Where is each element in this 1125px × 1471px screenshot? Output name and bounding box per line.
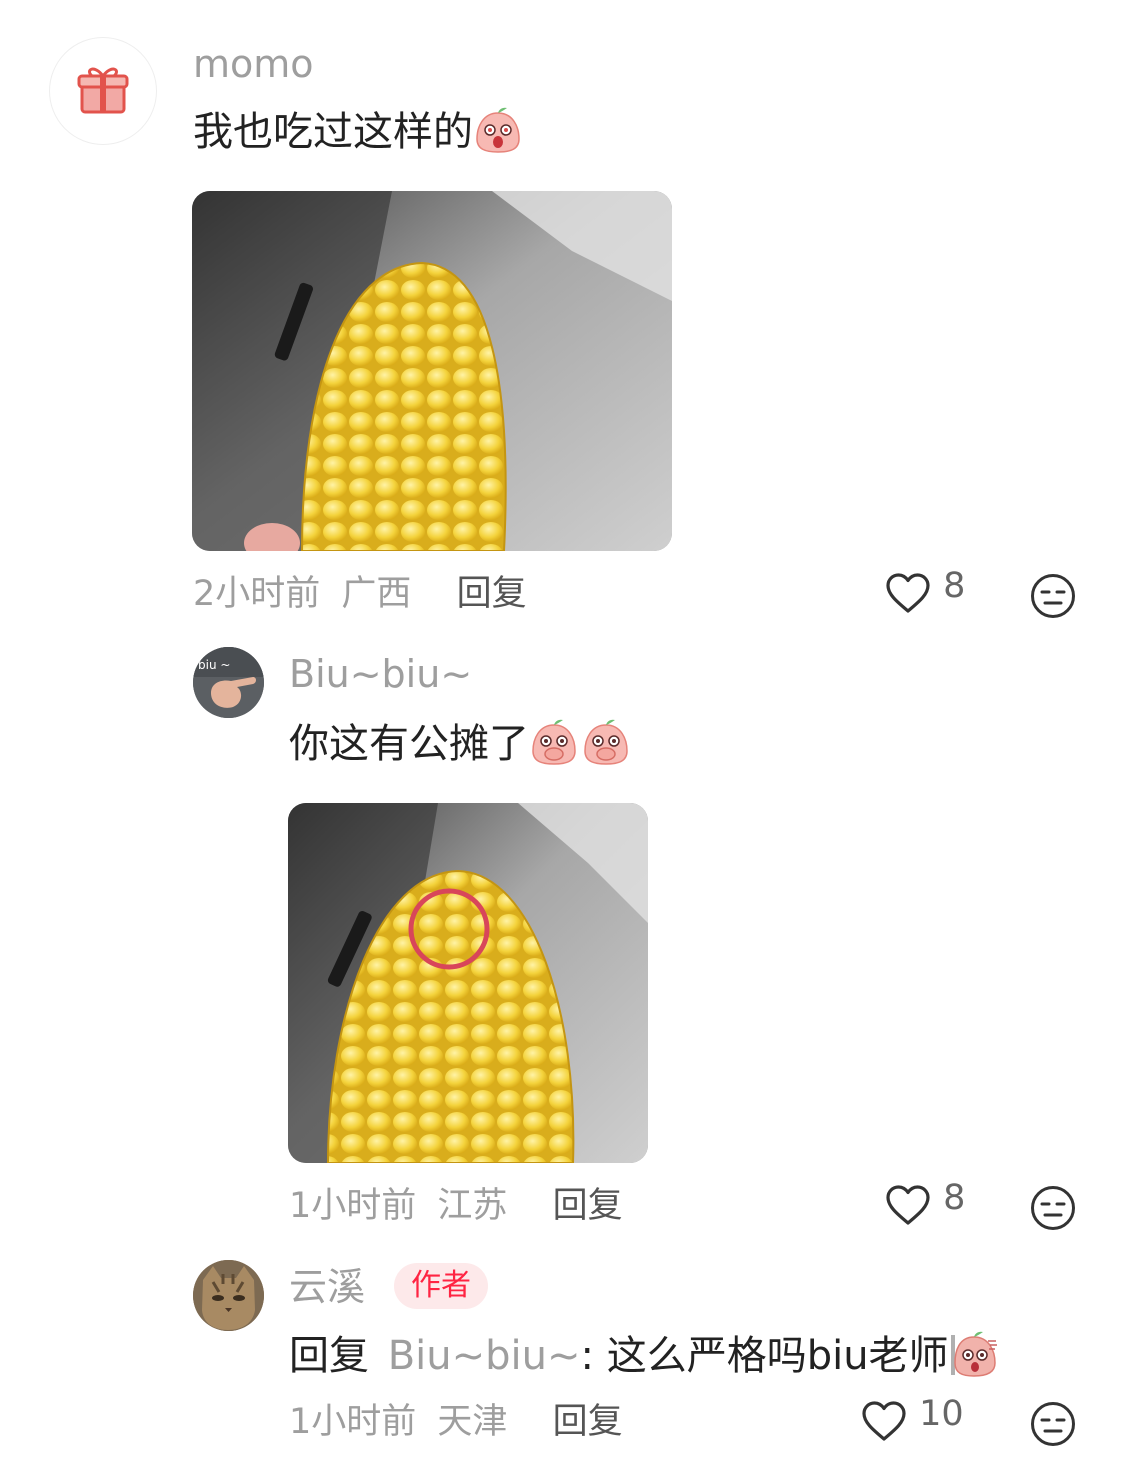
emoji-face-icon[interactable] — [1030, 1401, 1076, 1447]
emoji-face-icon[interactable] — [1030, 1185, 1076, 1231]
comment-text: 回复 Biu~biu~: 这么严格吗biu老师 — [289, 1329, 999, 1380]
pointing-hand-avatar: biu ~ — [193, 647, 264, 718]
cat-avatar — [193, 1260, 264, 1331]
comment-image[interactable] — [288, 803, 648, 1163]
comment-time: 2小时前 — [193, 574, 321, 614]
comment-location: 天津 — [437, 1402, 508, 1442]
comment-meta: 1小时前 天津 回复 — [289, 1400, 623, 1444]
peach-shocked-emoji-icon — [476, 107, 520, 153]
comment-text: 你这有公摊了 — [289, 717, 631, 768]
emoji-face-icon[interactable] — [1030, 573, 1076, 619]
heart-icon — [886, 573, 930, 613]
peach-covering-mouth-emoji-icon — [532, 719, 576, 765]
comment-username[interactable]: 云溪 — [289, 1265, 365, 1309]
comment-username[interactable]: Biu~biu~ — [289, 652, 472, 696]
like-count: 8 — [943, 1178, 966, 1218]
comment-meta: 2小时前 广西 回复 — [193, 572, 527, 616]
like-count: 10 — [919, 1394, 964, 1434]
avatar[interactable] — [49, 37, 157, 145]
avatar[interactable] — [193, 1260, 264, 1331]
reply-button[interactable]: 回复 — [553, 1186, 623, 1226]
corn-photo-circled — [288, 803, 648, 1163]
corn-photo — [192, 191, 672, 551]
comment-text: 我也吃过这样的 — [193, 105, 523, 156]
reply-button[interactable]: 回复 — [457, 574, 527, 614]
reply-prefix: 回复 — [289, 1333, 369, 1379]
gift-icon — [77, 67, 129, 114]
like-count: 8 — [943, 566, 966, 606]
like-button[interactable]: 8 — [884, 566, 965, 618]
comment-location: 江苏 — [437, 1186, 508, 1226]
comment-username[interactable]: momo — [193, 42, 314, 86]
svg-text:biu ~: biu ~ — [198, 658, 230, 672]
comment-meta: 1小时前 江苏 回复 — [289, 1184, 623, 1228]
comment-time: 1小时前 — [289, 1186, 417, 1226]
avatar[interactable]: biu ~ — [193, 647, 264, 718]
peach-screaming-emoji-icon — [950, 1331, 997, 1377]
heart-icon — [862, 1401, 906, 1441]
heart-icon — [886, 1185, 930, 1225]
comment-time: 1小时前 — [289, 1402, 417, 1442]
like-button[interactable]: 10 — [860, 1394, 964, 1446]
reply-button[interactable]: 回复 — [553, 1402, 623, 1442]
author-badge: 作者 — [394, 1263, 488, 1309]
like-button[interactable]: 8 — [884, 1178, 965, 1230]
comment-location: 广西 — [341, 574, 412, 614]
mention-link[interactable]: Biu~biu~ — [388, 1333, 581, 1379]
peach-covering-mouth-emoji-icon — [584, 719, 628, 765]
comment-image[interactable] — [192, 191, 672, 551]
